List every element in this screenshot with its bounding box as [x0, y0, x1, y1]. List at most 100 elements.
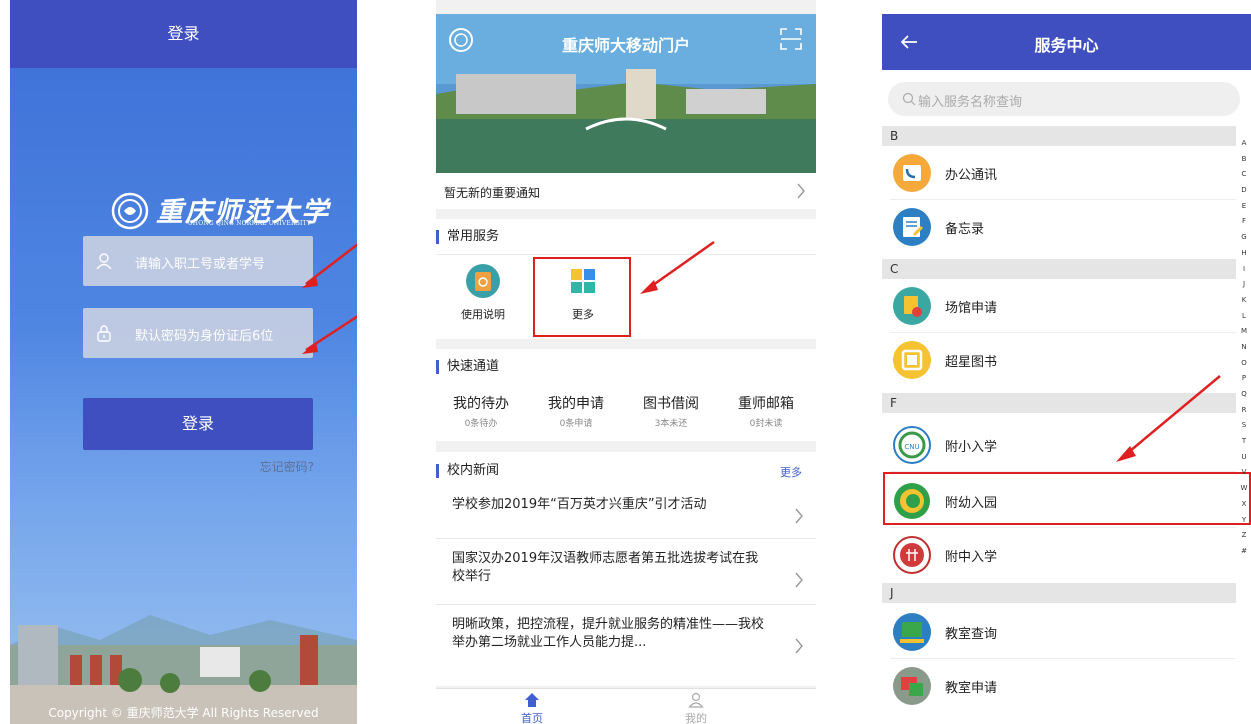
news-item[interactable]: 国家汉办2019年汉语教师志愿者第五批选拔考试在我 校举行 — [452, 550, 797, 586]
service-label: 备忘录 — [945, 222, 985, 237]
news-more-link[interactable]: 更多 — [780, 464, 802, 480]
group-header: B — [882, 126, 1236, 146]
search-input[interactable]: 输入服务名称查询 — [888, 82, 1240, 116]
login-screen: 登录 重庆师范大学 CHONG QING NORMAL UNIVERSITY 请… — [10, 0, 357, 724]
alphabet-index-letter[interactable]: M — [1239, 324, 1249, 340]
service-item[interactable]: 备忘录 — [882, 200, 1236, 254]
password-field[interactable]: 默认密码为身份证后6位 — [83, 308, 313, 358]
scan-icon[interactable] — [780, 28, 802, 50]
svg-text:CNU: CNU — [904, 443, 919, 451]
page-title: 服务中心 — [1034, 36, 1099, 55]
alphabet-index-letter[interactable]: G — [1239, 230, 1249, 246]
portal-title: 重庆师大移动门户 — [561, 36, 690, 55]
portal-screen: 重庆师大移动门户 暂无新的重要通知 常用服务 使用说明 更多 快速通道 我的待办… — [436, 0, 816, 724]
service-center-screen: 服务中心 输入服务名称查询 B 办公通讯 备忘录 C 场馆申请 超星图书 F C… — [882, 0, 1251, 724]
tab-label: 首页 — [521, 712, 543, 724]
chevron-right-icon — [795, 638, 803, 654]
lock-icon — [97, 325, 111, 342]
alphabet-index-letter[interactable]: E — [1239, 199, 1249, 215]
group-header: C — [882, 259, 1236, 279]
tab-home[interactable]: 首页 — [502, 692, 562, 724]
service-label: 教室查询 — [945, 627, 998, 642]
alphabet-index-letter[interactable]: L — [1239, 309, 1249, 325]
alphabet-index-letter[interactable]: A — [1239, 136, 1249, 152]
alphabet-index-letter[interactable]: S — [1239, 418, 1249, 434]
quick-item-mail[interactable]: 重师邮箱 0封未读 — [721, 393, 811, 429]
alphabet-index-letter[interactable]: H — [1239, 246, 1249, 262]
home-icon — [525, 693, 539, 707]
user-icon — [96, 253, 112, 270]
login-button[interactable]: 登录 — [83, 398, 313, 450]
alphabet-index-letter[interactable]: K — [1239, 293, 1249, 309]
alphabet-index-letter[interactable]: # — [1239, 544, 1249, 560]
service-item[interactable]: 教室申请 — [882, 659, 1236, 713]
service-label: 超星图书 — [945, 355, 998, 370]
alphabet-index-letter[interactable]: R — [1239, 403, 1249, 419]
quick-item-library[interactable]: 图书借阅 3本未还 — [626, 393, 716, 429]
alphabet-index-letter[interactable]: J — [1239, 277, 1249, 293]
news-item[interactable]: 明晰政策，把控流程，提升就业服务的精准性——我校 举办第二场就业工作人员能力提.… — [452, 616, 797, 652]
alphabet-index-letter[interactable]: Y — [1239, 513, 1249, 529]
alphabet-index-letter[interactable]: I — [1239, 262, 1249, 278]
username-placeholder: 请输入职工号或者学号 — [135, 257, 266, 272]
red-arrow-icon — [640, 240, 715, 294]
service-label: 教室申请 — [945, 681, 998, 696]
forgot-password-link[interactable]: 忘记密码? — [260, 458, 314, 475]
quick-sub: 0条申请 — [559, 419, 593, 429]
quick-sub: 3本未还 — [654, 419, 688, 429]
alphabet-index-letter[interactable]: Q — [1239, 387, 1249, 403]
chevron-right-icon — [795, 508, 803, 524]
venue-icon — [893, 287, 931, 325]
alphabet-index-letter[interactable]: Z — [1239, 528, 1249, 544]
alphabet-index-letter[interactable]: N — [1239, 340, 1249, 356]
alphabet-index-letter[interactable]: D — [1239, 183, 1249, 199]
tab-mine[interactable]: 我的 — [666, 692, 726, 724]
section-title: 常用服务 — [436, 230, 499, 244]
highlight-box — [533, 257, 631, 337]
service-label: 场馆申请 — [945, 301, 998, 316]
alphabet-index-letter[interactable]: V — [1239, 465, 1249, 481]
service-manual[interactable]: 使用说明 — [448, 264, 518, 322]
alphabet-index-letter[interactable]: F — [1239, 214, 1249, 230]
search-placeholder: 输入服务名称查询 — [918, 95, 1023, 110]
classroom-apply-icon — [893, 667, 931, 705]
service-label: 使用说明 — [461, 308, 505, 321]
service-center-header: 服务中心 — [882, 14, 1251, 70]
service-item[interactable]: 场馆申请 — [882, 279, 1236, 333]
alphabet-index-letter[interactable]: P — [1239, 371, 1249, 387]
common-services-section: 常用服务 使用说明 更多 — [436, 219, 816, 339]
quick-sub: 0封未读 — [749, 419, 783, 429]
book-icon — [893, 341, 931, 379]
user-icon — [688, 692, 704, 708]
alphabet-index-letter[interactable]: T — [1239, 434, 1249, 450]
alphabet-index-letter[interactable]: X — [1239, 497, 1249, 513]
red-arrow-icon — [1116, 375, 1221, 462]
quick-item-todo[interactable]: 我的待办 0条待办 — [436, 393, 526, 429]
service-item[interactable]: 办公通讯 — [882, 146, 1236, 200]
password-placeholder: 默认密码为身份证后6位 — [135, 329, 274, 344]
quick-title: 图书借阅 — [643, 396, 699, 412]
alphabet-index[interactable]: A B C D E F G H I J K L M N O P Q R S T U V W X Y Z # — [1239, 136, 1249, 560]
service-label: 附中入学 — [945, 550, 998, 565]
middle-school-icon — [893, 536, 931, 574]
news-line: 校举行 — [452, 569, 492, 584]
copyright-text: Copyright © 重庆师范大学 All Rights Reserved — [48, 706, 319, 720]
news-item[interactable]: 学校参加2019年“百万英才兴重庆”引才活动 — [452, 496, 797, 514]
alphabet-index-letter[interactable]: C — [1239, 167, 1249, 183]
username-field[interactable]: 请输入职工号或者学号 — [83, 236, 313, 286]
quick-title: 我的待办 — [453, 396, 509, 412]
notice-text: 暂无新的重要通知 — [444, 186, 541, 200]
service-label: 附小入学 — [945, 440, 998, 455]
alphabet-index-letter[interactable]: O — [1239, 356, 1249, 372]
news-line: 举办第二场就业工作人员能力提... — [452, 635, 647, 650]
alphabet-index-letter[interactable]: U — [1239, 450, 1249, 466]
alphabet-index-letter[interactable]: B — [1239, 152, 1249, 168]
red-arrow-icon — [302, 243, 357, 288]
service-item[interactable]: 附中入学 — [882, 528, 1236, 582]
notice-bar[interactable]: 暂无新的重要通知 — [436, 173, 816, 209]
service-item[interactable]: 教室查询 — [882, 605, 1236, 659]
quick-item-apply[interactable]: 我的申请 0条申请 — [531, 393, 621, 429]
highlight-box — [883, 472, 1251, 525]
alphabet-index-letter[interactable]: W — [1239, 481, 1249, 497]
group-header: J — [882, 583, 1236, 603]
